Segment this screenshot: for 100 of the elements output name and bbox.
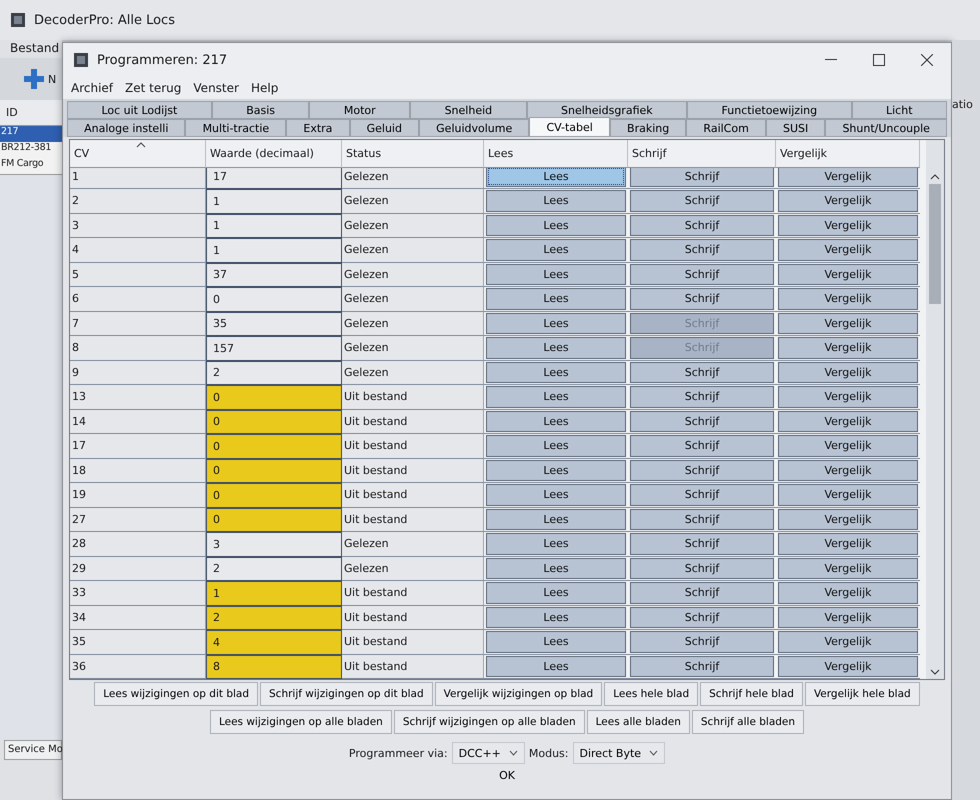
action-button[interactable]: Schrijf alle bladen	[692, 710, 804, 734]
compare-button[interactable]: Vergelijk	[778, 558, 918, 579]
value-field[interactable]: 3	[206, 532, 342, 556]
tab[interactable]: Braking	[610, 119, 686, 137]
value-field[interactable]: 0	[206, 410, 342, 434]
compare-button[interactable]: Vergelijk	[778, 533, 918, 554]
compare-button[interactable]: Vergelijk	[778, 460, 918, 481]
write-button[interactable]: Schrijf	[630, 386, 774, 408]
scrollbar-thumb[interactable]	[929, 184, 941, 304]
compare-button[interactable]: Vergelijk	[778, 239, 918, 260]
read-button[interactable]: Lees	[486, 190, 626, 212]
read-button[interactable]: Lees	[486, 362, 626, 383]
compare-button[interactable]: Vergelijk	[778, 312, 918, 334]
tab[interactable]: Extra	[286, 119, 350, 137]
value-field[interactable]: 37	[206, 262, 342, 287]
compare-button[interactable]: Vergelijk	[778, 508, 918, 530]
write-button[interactable]: Schrijf	[630, 410, 774, 432]
value-field[interactable]: 1	[206, 238, 342, 262]
write-button[interactable]: Schrijf	[630, 190, 774, 212]
read-button[interactable]: Lees	[486, 410, 626, 432]
read-button[interactable]: Lees	[486, 214, 626, 236]
column-header[interactable]: Vergelijk	[776, 140, 920, 168]
tab[interactable]: Basis	[212, 101, 310, 119]
value-field[interactable]: 2	[206, 606, 342, 630]
value-field[interactable]: 2	[206, 556, 342, 581]
write-button[interactable]: Schrijf	[630, 606, 774, 628]
write-button[interactable]: Schrijf	[630, 288, 774, 310]
menu-item[interactable]: Archief	[67, 79, 118, 97]
compare-button[interactable]: Vergelijk	[778, 264, 918, 285]
tab[interactable]: Motor	[309, 101, 410, 119]
tab[interactable]: SUSI	[766, 119, 826, 137]
programmer-dropdown[interactable]: DCC++	[452, 742, 525, 764]
tab[interactable]: Analoge instelli	[67, 119, 186, 137]
action-button[interactable]: Vergelijk wijzigingen op blad	[434, 682, 602, 706]
action-button[interactable]: Lees hele blad	[604, 682, 698, 706]
read-button[interactable]: Lees	[486, 288, 626, 310]
value-field[interactable]: 2	[206, 360, 342, 385]
compare-button[interactable]: Vergelijk	[778, 410, 918, 432]
tab[interactable]: Shunt/Uncouple	[825, 119, 948, 137]
tab[interactable]: Licht	[852, 101, 947, 119]
read-button[interactable]: Lees	[486, 460, 626, 481]
read-button[interactable]: Lees	[486, 264, 626, 285]
value-field[interactable]: 0	[206, 483, 342, 508]
scrollbar[interactable]	[926, 140, 944, 679]
write-button[interactable]: Schrijf	[630, 631, 774, 652]
value-field[interactable]: 1	[206, 214, 342, 238]
column-header[interactable]: Schrijf	[628, 140, 776, 168]
value-field[interactable]: 0	[206, 434, 342, 458]
value-field[interactable]: 8	[206, 654, 342, 679]
value-field[interactable]: 1	[206, 581, 342, 606]
menu-item[interactable]: Bestand	[6, 40, 62, 57]
read-button[interactable]: Lees	[486, 558, 626, 579]
menu-item[interactable]: Help	[246, 79, 282, 97]
read-button[interactable]: Lees	[486, 484, 626, 506]
action-button[interactable]: Lees wijzigingen op alle bladen	[210, 710, 392, 734]
value-field[interactable]: 4	[206, 630, 342, 654]
read-button[interactable]: Lees	[486, 582, 626, 604]
compare-button[interactable]: Vergelijk	[778, 582, 918, 604]
column-header[interactable]: Lees	[484, 140, 628, 168]
compare-button[interactable]: Vergelijk	[778, 435, 918, 456]
menu-item[interactable]: Venster	[189, 79, 243, 97]
read-button[interactable]: Lees	[486, 508, 626, 530]
read-button[interactable]: Lees	[486, 312, 626, 334]
action-button[interactable]: Schrijf hele blad	[700, 682, 803, 706]
read-button[interactable]: Lees	[486, 386, 626, 408]
read-button[interactable]: Lees	[486, 533, 626, 554]
write-button[interactable]: Schrijf	[630, 656, 774, 677]
value-field[interactable]: 0	[206, 458, 342, 483]
write-button[interactable]: Schrijf	[630, 508, 774, 530]
write-button[interactable]: Schrijf	[630, 264, 774, 285]
loc-list-item[interactable]: BR212-381	[0, 142, 62, 158]
column-header[interactable]: Waarde (decimaal)	[206, 140, 342, 168]
loc-list-item[interactable]: 217	[0, 126, 62, 142]
tab[interactable]: Functietoewijzing	[687, 101, 852, 119]
action-button[interactable]: Lees wijzigingen op dit blad	[94, 682, 258, 706]
compare-button[interactable]: Vergelijk	[778, 190, 918, 212]
compare-button[interactable]: Vergelijk	[778, 362, 918, 383]
write-button[interactable]: Schrijf	[630, 533, 774, 554]
write-button[interactable]: Schrijf	[630, 484, 774, 506]
value-field[interactable]: 1	[206, 189, 342, 214]
write-button[interactable]: Schrijf	[630, 558, 774, 579]
action-button[interactable]: Schrijf wijzigingen op alle bladen	[394, 710, 585, 734]
write-button[interactable]: Schrijf	[630, 460, 774, 481]
tab[interactable]: Snelheid	[410, 101, 527, 119]
read-button[interactable]: Lees	[486, 656, 626, 677]
compare-button[interactable]: Vergelijk	[778, 337, 918, 358]
compare-button[interactable]: Vergelijk	[778, 288, 918, 310]
compare-button[interactable]: Vergelijk	[778, 606, 918, 628]
scroll-up-icon[interactable]	[930, 174, 940, 180]
write-button[interactable]: Schrijf	[630, 239, 774, 260]
write-button[interactable]: Schrijf	[630, 435, 774, 456]
action-button[interactable]: Lees alle bladen	[586, 710, 690, 734]
tab[interactable]: RailCom	[686, 119, 766, 137]
compare-button[interactable]: Vergelijk	[778, 214, 918, 236]
compare-button[interactable]: Vergelijk	[778, 484, 918, 506]
value-field[interactable]: 0	[206, 508, 342, 532]
tab[interactable]: Multi-tractie	[185, 119, 286, 137]
mode-dropdown[interactable]: Direct Byte	[572, 742, 666, 764]
compare-button[interactable]: Vergelijk	[778, 656, 918, 677]
read-button[interactable]: Lees	[486, 606, 626, 628]
